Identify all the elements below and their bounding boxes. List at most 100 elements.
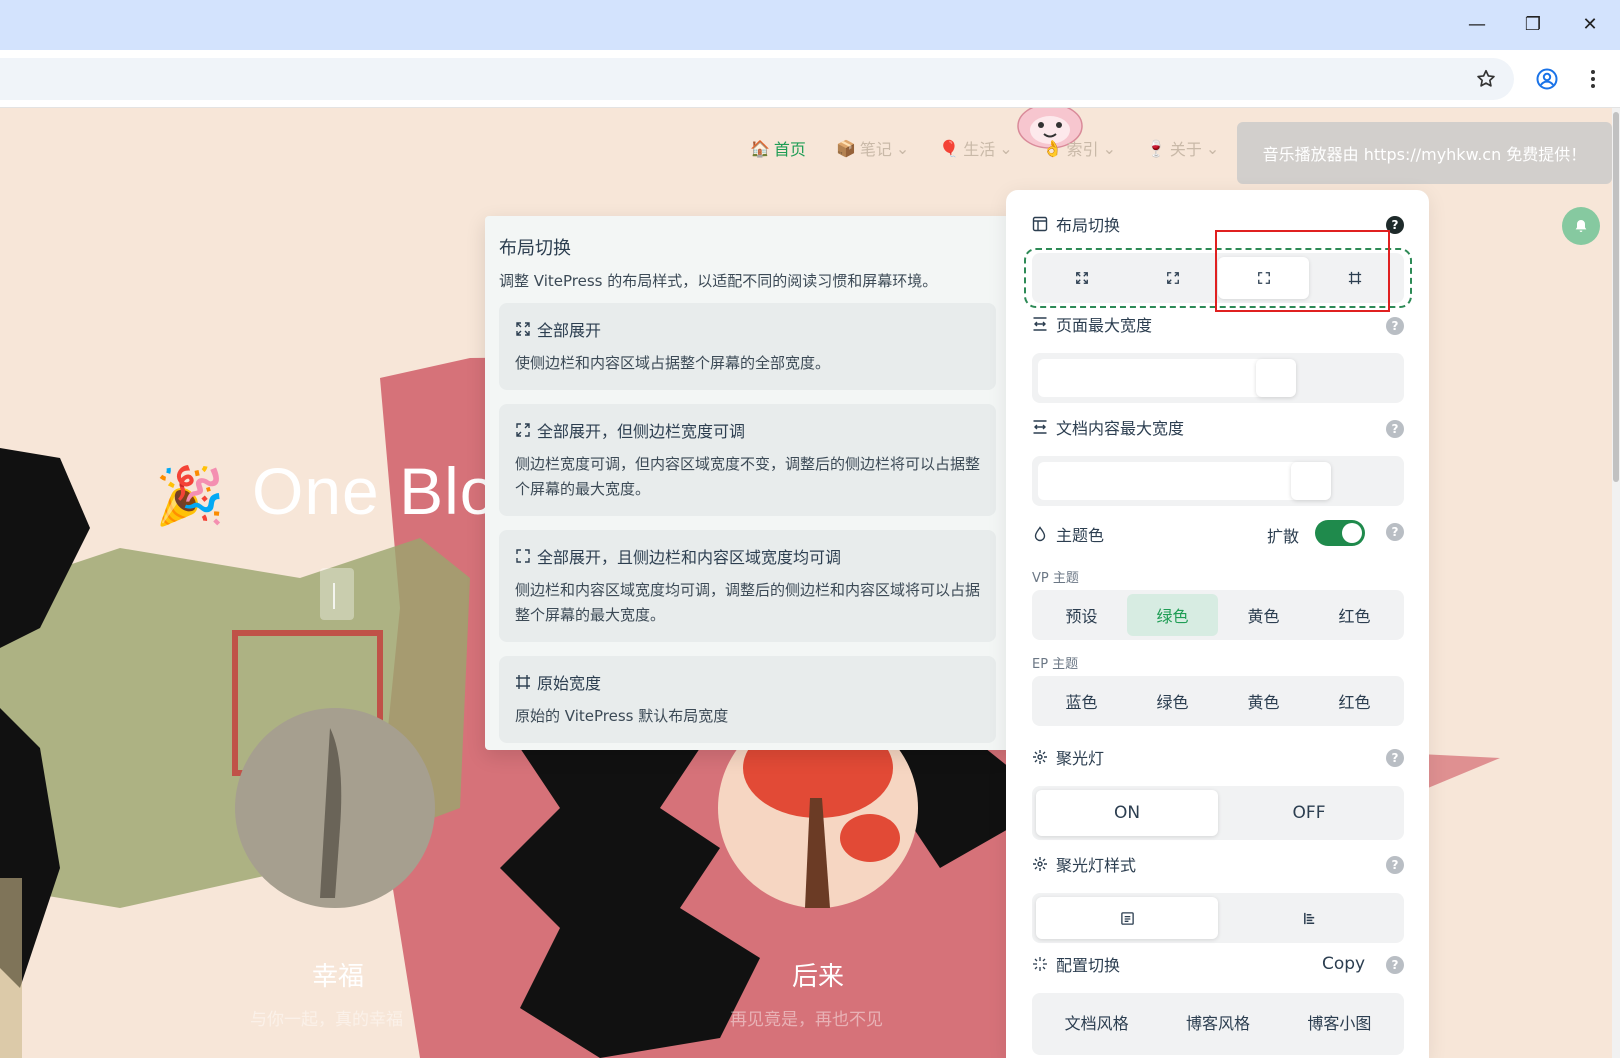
hero-title: One Blo: [252, 454, 498, 528]
vp-theme-red[interactable]: 红色: [1309, 594, 1400, 636]
card-subtitle-happiness: 与你一起，真的幸福: [250, 1010, 403, 1030]
card-title-later[interactable]: 后来: [792, 956, 844, 993]
spotlight-on[interactable]: ON: [1036, 790, 1218, 836]
spotlight-icon: [1033, 857, 1047, 871]
close-icon[interactable]: ✕: [1568, 8, 1612, 40]
layout-expand-sidebar-button[interactable]: [1127, 257, 1218, 299]
chevron-down-icon: ⌄: [999, 138, 1013, 158]
chevron-down-icon: ⌄: [1205, 138, 1220, 158]
notebook-icon: 📦: [835, 138, 856, 158]
slider-fill: [1038, 359, 1276, 397]
config-help-icon[interactable]: ?: [1386, 956, 1404, 974]
doc-max-width-header: 文档内容最大宽度: [1032, 415, 1184, 439]
vp-theme-selector: 预设 绿色 黄色 红色: [1032, 590, 1404, 640]
nav-item-index[interactable]: 👌 索引 ⌄: [1043, 136, 1116, 160]
spotlight-icon: [1033, 750, 1047, 764]
balloon-icon: 🎈: [939, 138, 960, 158]
slider-fill: [1038, 462, 1311, 500]
config-blog-small-image[interactable]: 博客小图: [1279, 1001, 1400, 1043]
nav-item-about[interactable]: 🍷 关于 ⌄: [1146, 136, 1219, 160]
chevron-down-icon: ⌄: [1102, 138, 1116, 158]
vp-theme-yellow[interactable]: 黄色: [1218, 594, 1309, 636]
config-selector: 文档风格 博客风格 博客小图: [1032, 993, 1404, 1055]
ep-theme-red[interactable]: 红色: [1309, 680, 1400, 722]
config-blog-style[interactable]: 博客风格: [1157, 1001, 1278, 1043]
card-title-happiness[interactable]: 幸福: [312, 956, 364, 993]
expand-all-icon: [1075, 272, 1088, 284]
tooltip-option-full: 全部展开 使侧边栏和内容区域占据整个屏幕的全部宽度。: [499, 303, 996, 390]
slider-handle[interactable]: [1255, 359, 1296, 397]
align-left-icon: [1303, 912, 1314, 924]
expand-sidebar-icon: [516, 423, 530, 437]
expand-corners-icon: [516, 549, 530, 563]
vp-theme-green[interactable]: 绿色: [1127, 594, 1218, 636]
scrollbar-thumb[interactable]: [1613, 112, 1619, 482]
doc-max-width-help-icon[interactable]: ?: [1386, 420, 1404, 438]
nav-item-home[interactable]: 🏠 首页: [750, 136, 806, 160]
spread-toggle[interactable]: [1315, 520, 1365, 546]
browser-toolbar: [0, 50, 1620, 108]
page-max-width-slider[interactable]: [1032, 353, 1404, 403]
spotlight-style-block-button[interactable]: [1036, 897, 1218, 939]
home-icon: 🏠: [750, 138, 770, 158]
layout-help-tooltip: 布局切换 调整 VitePress 的布局样式，以适配不同的阅读习惯和屏幕环境。…: [485, 216, 1010, 750]
spotlight-style-aside-button[interactable]: [1218, 897, 1400, 939]
wine-icon: 🍷: [1145, 138, 1166, 158]
width-icon: [1033, 420, 1047, 434]
tooltip-title: 布局切换: [499, 238, 571, 259]
width-icon: [1033, 317, 1047, 331]
settings-panel: 布局切换 ? 页面最大宽度 ? 文档内容最大宽度 ? 主题色 扩散 ? VP 主…: [1006, 190, 1429, 1058]
layout-switch-header: 布局切换: [1032, 212, 1120, 236]
config-doc-style[interactable]: 文档风格: [1036, 1001, 1157, 1043]
spotlight-header: 聚光灯: [1032, 745, 1104, 769]
browser-titlebar: — ❐ ✕: [0, 0, 1620, 50]
copy-config-button[interactable]: Copy: [1322, 954, 1365, 974]
party-popper-icon: 🎉: [155, 464, 225, 529]
tooltip-option-all-adjustable: 全部展开，且侧边栏和内容区域宽度均可调 侧边栏和内容区域宽度均可调，调整后的侧边…: [499, 530, 996, 642]
typed-text-box: [320, 568, 354, 620]
bookmark-star-icon[interactable]: [1468, 61, 1504, 97]
expand-sidebar-icon: [1166, 272, 1179, 284]
minimize-icon[interactable]: —: [1455, 8, 1499, 40]
profile-icon[interactable]: [1529, 61, 1565, 97]
vp-theme-label: VP 主题: [1032, 571, 1079, 586]
ep-theme-green[interactable]: 绿色: [1127, 680, 1218, 722]
typing-cursor: [333, 583, 335, 609]
spotlight-selector: ON OFF: [1032, 786, 1404, 840]
paragraph-icon: [1120, 911, 1134, 925]
tooltip-description: 调整 VitePress 的布局样式，以适配不同的阅读习惯和屏幕环境。: [499, 272, 938, 290]
spotlight-help-icon[interactable]: ?: [1386, 749, 1404, 767]
ep-theme-selector: 蓝色 绿色 黄色 红色: [1032, 676, 1404, 726]
top-nav: 🏠 首页 📦 笔记 ⌄ 🎈 生活 ⌄ 👌 索引 ⌄ 🍷 关于 ⌄: [750, 136, 1219, 160]
sparkle-icon: [1033, 957, 1047, 971]
page-scrollbar[interactable]: [1612, 108, 1620, 1058]
card-subtitle-later: 再见竟是，再也不见: [730, 1010, 883, 1030]
toggle-knob: [1342, 523, 1362, 543]
spotlight-off[interactable]: OFF: [1218, 790, 1400, 836]
spotlight-style-help-icon[interactable]: ?: [1386, 856, 1404, 874]
restore-icon[interactable]: ❐: [1511, 8, 1555, 40]
nav-item-notes[interactable]: 📦 笔记 ⌄: [836, 136, 909, 160]
layout-icon: [1032, 216, 1048, 232]
tooltip-option-original: 原始宽度 原始的 VitePress 默认布局宽度: [499, 656, 996, 743]
spread-label: 扩散: [1267, 527, 1300, 546]
hand-icon: 👌: [1042, 138, 1063, 158]
page-max-width-header: 页面最大宽度: [1032, 312, 1152, 336]
chevron-down-icon: ⌄: [895, 138, 910, 158]
more-menu-icon[interactable]: [1575, 61, 1611, 97]
vp-theme-default[interactable]: 预设: [1036, 594, 1127, 636]
spotlight-style-header: 聚光灯样式: [1032, 852, 1136, 876]
theme-help-icon[interactable]: ?: [1386, 523, 1404, 541]
ep-theme-yellow[interactable]: 黄色: [1218, 680, 1309, 722]
doc-max-width-slider[interactable]: [1032, 456, 1404, 506]
page-max-width-help-icon[interactable]: ?: [1386, 317, 1404, 335]
music-player-toast: 音乐播放器由 https://myhkw.cn 免费提供！: [1237, 122, 1612, 184]
slider-handle[interactable]: [1290, 462, 1331, 500]
original-width-icon: [516, 675, 530, 689]
layout-expand-all-button[interactable]: [1036, 257, 1127, 299]
ep-theme-blue[interactable]: 蓝色: [1036, 680, 1127, 722]
expand-all-icon: [516, 322, 530, 336]
nav-item-life[interactable]: 🎈 生活 ⌄: [939, 136, 1012, 160]
bell-icon[interactable]: [1562, 207, 1600, 245]
address-bar[interactable]: [0, 58, 1514, 100]
